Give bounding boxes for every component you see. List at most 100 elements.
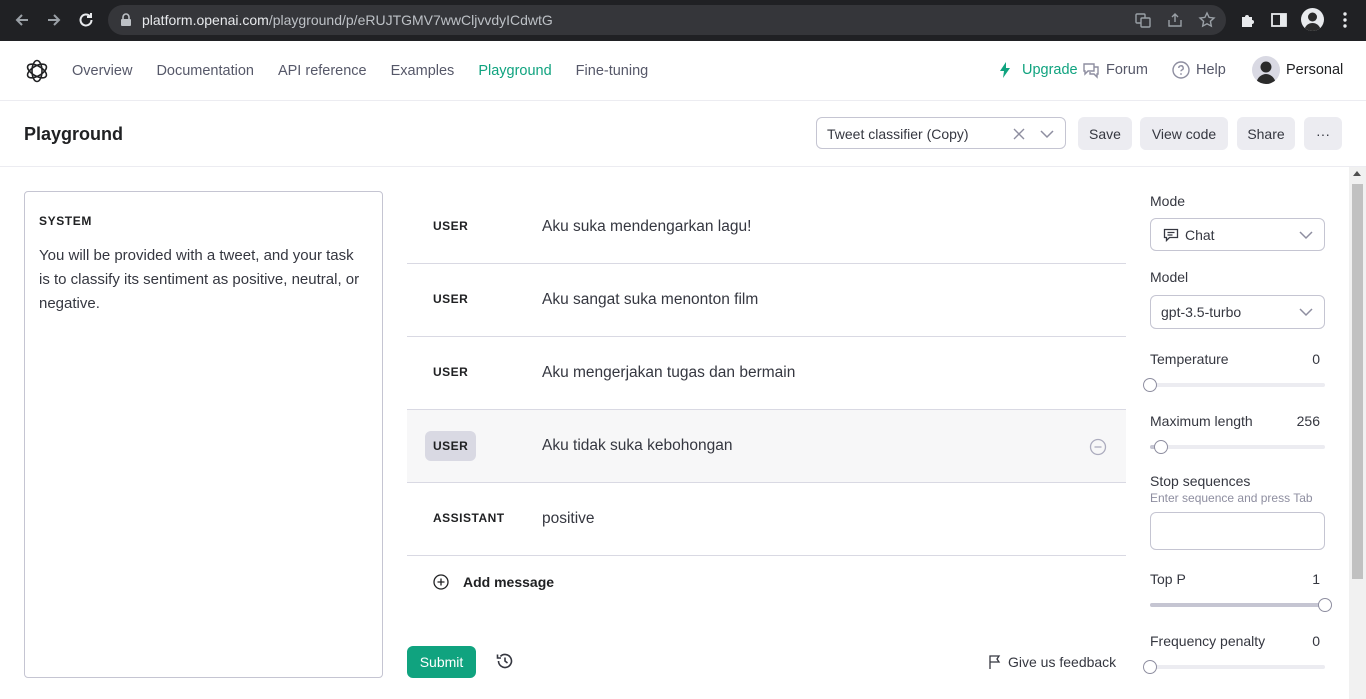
message-row[interactable]: USER Aku sangat suka menonton film bbox=[407, 264, 1126, 337]
clear-icon[interactable] bbox=[1011, 126, 1027, 142]
browser-menu-icon[interactable] bbox=[1334, 9, 1356, 31]
message-content[interactable]: Aku mengerjakan tugas dan bermain bbox=[542, 364, 795, 382]
account-menu[interactable]: Personal bbox=[1252, 56, 1343, 84]
chevron-down-icon bbox=[1299, 231, 1313, 240]
system-message-panel[interactable]: SYSTEM You will be provided with a tweet… bbox=[24, 191, 383, 678]
nav-link-api-reference[interactable]: API reference bbox=[278, 63, 367, 79]
account-label: Personal bbox=[1286, 62, 1344, 78]
forward-arrow-icon[interactable] bbox=[43, 9, 65, 31]
slider-handle[interactable] bbox=[1143, 660, 1157, 674]
top-navigation: Overview Documentation API reference Exa… bbox=[0, 41, 1366, 101]
lock-icon bbox=[121, 13, 131, 26]
back-arrow-icon[interactable] bbox=[11, 9, 33, 31]
upgrade-link[interactable]: Upgrade bbox=[998, 61, 1078, 79]
frequency-penalty-value[interactable]: 0 bbox=[1312, 633, 1320, 649]
frequency-penalty-slider[interactable] bbox=[1143, 660, 1325, 674]
message-row[interactable]: USER Aku mengerjakan tugas dan bermain bbox=[407, 337, 1126, 410]
role-toggle[interactable]: ASSISTANT bbox=[433, 511, 505, 525]
translate-icon[interactable] bbox=[1134, 11, 1152, 29]
slider-handle[interactable] bbox=[1318, 598, 1332, 612]
help-link[interactable]: Help bbox=[1172, 61, 1226, 79]
nav-link-fine-tuning[interactable]: Fine-tuning bbox=[576, 63, 649, 79]
message-row[interactable]: USER Aku suka mendengarkan lagu! bbox=[407, 191, 1126, 264]
view-code-button[interactable]: View code bbox=[1140, 117, 1228, 150]
plus-circle-icon bbox=[433, 574, 449, 590]
top-p-label: Top P bbox=[1150, 571, 1186, 587]
mode-value: Chat bbox=[1185, 227, 1215, 243]
flag-icon bbox=[989, 655, 1001, 669]
browser-profile-avatar[interactable] bbox=[1301, 8, 1324, 31]
top-p-value[interactable]: 1 bbox=[1312, 571, 1320, 587]
page-title: Playground bbox=[24, 124, 124, 144]
stop-sequences-input[interactable] bbox=[1150, 512, 1325, 550]
forum-label: Forum bbox=[1106, 62, 1148, 78]
nav-links: Overview Documentation API reference Exa… bbox=[72, 63, 672, 79]
stop-sequences-hint: Enter sequence and press Tab bbox=[1150, 491, 1313, 505]
maximum-length-value[interactable]: 256 bbox=[1297, 413, 1320, 429]
role-toggle[interactable]: USER bbox=[425, 431, 477, 461]
add-message-label: Add message bbox=[463, 574, 555, 590]
message-content[interactable]: positive bbox=[542, 510, 595, 528]
scrollbar-thumb[interactable] bbox=[1352, 184, 1363, 579]
address-bar[interactable]: platform.openai.com/playground/p/eRUJTGM… bbox=[108, 5, 1226, 35]
temperature-label: Temperature bbox=[1150, 351, 1229, 367]
mode-label: Mode bbox=[1150, 193, 1186, 209]
openai-logo-icon[interactable] bbox=[24, 58, 50, 84]
message-content[interactable]: Aku tidak suka kebohongan bbox=[542, 437, 732, 455]
preset-value: Tweet classifier (Copy) bbox=[827, 126, 969, 142]
settings-sidebar: Mode Chat Model gpt-3.5-turbo Temperatur… bbox=[1143, 167, 1332, 699]
chevron-down-icon bbox=[1040, 130, 1054, 139]
extensions-puzzle-icon[interactable] bbox=[1237, 9, 1259, 31]
remove-message-icon[interactable] bbox=[1089, 438, 1107, 456]
url-text: platform.openai.com/playground/p/eRUJTGM… bbox=[142, 12, 553, 28]
role-toggle[interactable]: USER bbox=[433, 292, 468, 306]
save-button[interactable]: Save bbox=[1078, 117, 1132, 150]
maximum-length-slider[interactable] bbox=[1150, 440, 1325, 454]
model-select[interactable]: gpt-3.5-turbo bbox=[1150, 295, 1325, 329]
feedback-link[interactable]: Give us feedback bbox=[988, 654, 1116, 670]
upgrade-label: Upgrade bbox=[1022, 62, 1078, 78]
nav-link-overview[interactable]: Overview bbox=[72, 63, 132, 79]
message-row[interactable]: USER Aku tidak suka kebohongan bbox=[407, 410, 1126, 483]
message-row[interactable]: ASSISTANT positive bbox=[407, 483, 1126, 556]
role-toggle[interactable]: USER bbox=[433, 365, 468, 379]
message-content[interactable]: Aku suka mendengarkan lagu! bbox=[542, 218, 751, 236]
frequency-penalty-label: Frequency penalty bbox=[1150, 633, 1266, 649]
bookmark-star-icon[interactable] bbox=[1198, 11, 1216, 29]
more-options-button[interactable]: ··· bbox=[1304, 117, 1342, 150]
stop-sequences-label: Stop sequences bbox=[1150, 473, 1251, 489]
feedback-label: Give us feedback bbox=[1008, 654, 1117, 670]
forum-link[interactable]: Forum bbox=[1082, 61, 1148, 79]
share-page-icon[interactable] bbox=[1166, 11, 1184, 29]
side-panel-icon[interactable] bbox=[1268, 9, 1290, 31]
sidebar-scrollbar[interactable] bbox=[1349, 167, 1366, 699]
share-button[interactable]: Share bbox=[1237, 117, 1295, 150]
add-message-button[interactable]: Add message bbox=[433, 574, 554, 590]
model-value: gpt-3.5-turbo bbox=[1161, 304, 1242, 320]
system-label: SYSTEM bbox=[39, 214, 92, 228]
page-header: Playground Tweet classifier (Copy) Save … bbox=[0, 101, 1366, 167]
nav-link-documentation[interactable]: Documentation bbox=[156, 63, 254, 79]
lightning-icon bbox=[998, 61, 1016, 79]
scroll-up-arrow-icon[interactable] bbox=[1353, 171, 1361, 176]
system-text[interactable]: You will be provided with a tweet, and y… bbox=[39, 244, 364, 316]
mode-select[interactable]: Chat bbox=[1150, 218, 1325, 251]
preset-select[interactable]: Tweet classifier (Copy) bbox=[816, 117, 1066, 149]
temperature-slider[interactable] bbox=[1143, 378, 1325, 392]
slider-handle[interactable] bbox=[1154, 440, 1168, 454]
submit-button[interactable]: Submit bbox=[407, 646, 476, 678]
chevron-down-icon bbox=[1299, 308, 1313, 317]
slider-handle[interactable] bbox=[1143, 378, 1157, 392]
top-p-slider[interactable] bbox=[1150, 598, 1332, 612]
temperature-value[interactable]: 0 bbox=[1312, 351, 1320, 367]
reload-icon[interactable] bbox=[75, 9, 97, 31]
model-label: Model bbox=[1150, 269, 1189, 285]
browser-toolbar: platform.openai.com/playground/p/eRUJTGM… bbox=[0, 0, 1366, 41]
nav-link-examples[interactable]: Examples bbox=[391, 63, 455, 79]
maximum-length-label: Maximum length bbox=[1150, 413, 1253, 429]
help-label: Help bbox=[1196, 62, 1226, 78]
history-icon[interactable] bbox=[495, 651, 515, 671]
role-toggle[interactable]: USER bbox=[433, 219, 468, 233]
message-content[interactable]: Aku sangat suka menonton film bbox=[542, 291, 758, 309]
nav-link-playground[interactable]: Playground bbox=[478, 63, 551, 79]
